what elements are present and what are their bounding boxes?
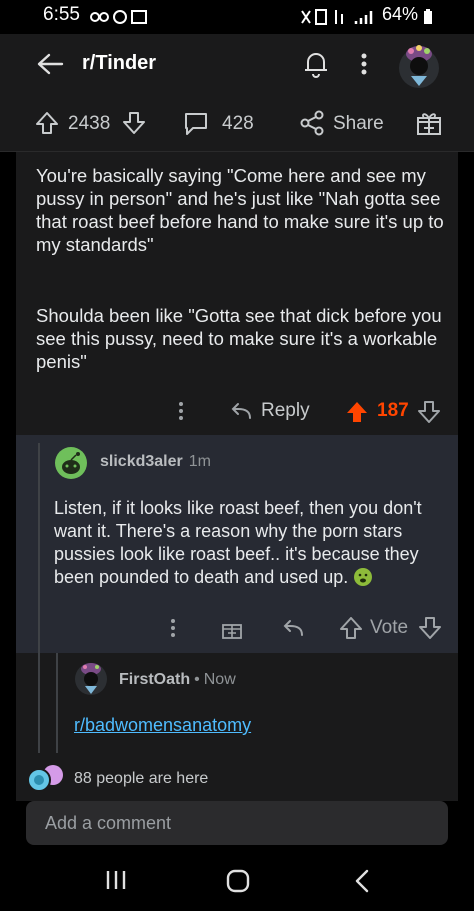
comment-count: 428: [222, 113, 254, 134]
comment-more-icon[interactable]: [166, 617, 180, 639]
comment-nested-reply: FirstOath • Now r/badwomensanatomy: [16, 653, 458, 753]
snoo-avatar[interactable]: [54, 446, 88, 480]
presence-indicator: 88 people are here: [16, 753, 458, 801]
presence-text: 88 people are here: [74, 770, 209, 787]
downvote-icon[interactable]: [419, 617, 441, 639]
downvote-icon[interactable]: [122, 111, 146, 135]
comment-reply-highlighted: slickd3aler 1m Listen, if it looks like …: [16, 435, 458, 653]
comment-score: 187: [377, 400, 409, 421]
comment-author[interactable]: FirstOath: [119, 671, 190, 689]
nauseated-emoji-icon: [354, 568, 373, 586]
app-header: r/Tinder: [0, 34, 474, 94]
status-signal-icons: [301, 9, 373, 25]
thread-line: [38, 443, 40, 653]
status-bar: 6:55 64%: [0, 0, 474, 34]
subreddit-link[interactable]: r/badwomensanatomy: [74, 715, 251, 736]
more-options-icon[interactable]: [357, 51, 371, 79]
add-comment-input[interactable]: Add a comment: [26, 801, 448, 845]
home-icon[interactable]: [225, 868, 251, 894]
user-avatar[interactable]: [397, 40, 441, 90]
award-gift-icon[interactable]: [416, 110, 442, 136]
downvote-icon[interactable]: [418, 401, 440, 423]
comment-more-icon[interactable]: [174, 400, 188, 422]
comment-paragraph-1: You're basically saying "Come here and s…: [36, 165, 444, 255]
comment-body: Listen, if it looks like roast beef, the…: [54, 497, 452, 589]
upvote-icon[interactable]: [340, 617, 362, 639]
comment-meta: slickd3aler 1m: [100, 453, 211, 471]
battery-icon: [424, 9, 432, 24]
reply-arrow-icon[interactable]: [230, 402, 252, 420]
comment-paragraph-2: Shoulda been like "Gotta see that dick b…: [36, 305, 442, 372]
system-nav-bar: [0, 845, 474, 911]
comment-author[interactable]: slickd3aler: [100, 453, 183, 471]
share-button[interactable]: Share: [333, 113, 384, 135]
status-notification-icons: [90, 10, 147, 24]
user-avatar[interactable]: [74, 659, 108, 697]
award-gift-icon[interactable]: [221, 618, 243, 640]
subreddit-title[interactable]: r/Tinder: [82, 52, 156, 75]
upvote-active-icon[interactable]: [346, 401, 368, 423]
recent-apps-icon[interactable]: [104, 869, 128, 891]
thread-line: [56, 653, 58, 753]
battery-percent: 64%: [382, 4, 419, 24]
back-arrow-icon[interactable]: [36, 52, 64, 76]
comment-time: Now: [203, 671, 236, 688]
comment-time: 1m: [188, 453, 211, 470]
bell-icon[interactable]: [302, 50, 330, 78]
post-vote-count: 2438: [68, 113, 111, 134]
status-time: 6:55: [43, 4, 80, 25]
post-action-bar: 2438 428 Share: [0, 94, 474, 152]
back-icon[interactable]: [352, 868, 372, 894]
comment-meta: FirstOath • Now: [119, 671, 236, 689]
thread-line: [38, 653, 40, 753]
comment-parent: You're basically saying "Come here and s…: [16, 152, 458, 435]
comment-bubble-icon[interactable]: [183, 110, 209, 136]
share-icon[interactable]: [299, 110, 325, 136]
reply-button[interactable]: Reply: [261, 400, 310, 422]
upvote-icon[interactable]: [35, 111, 59, 135]
vote-label: Vote: [370, 617, 409, 638]
presence-avatars: [27, 765, 63, 792]
reply-arrow-icon[interactable]: [282, 619, 304, 637]
add-comment-placeholder: Add a comment: [45, 813, 172, 833]
